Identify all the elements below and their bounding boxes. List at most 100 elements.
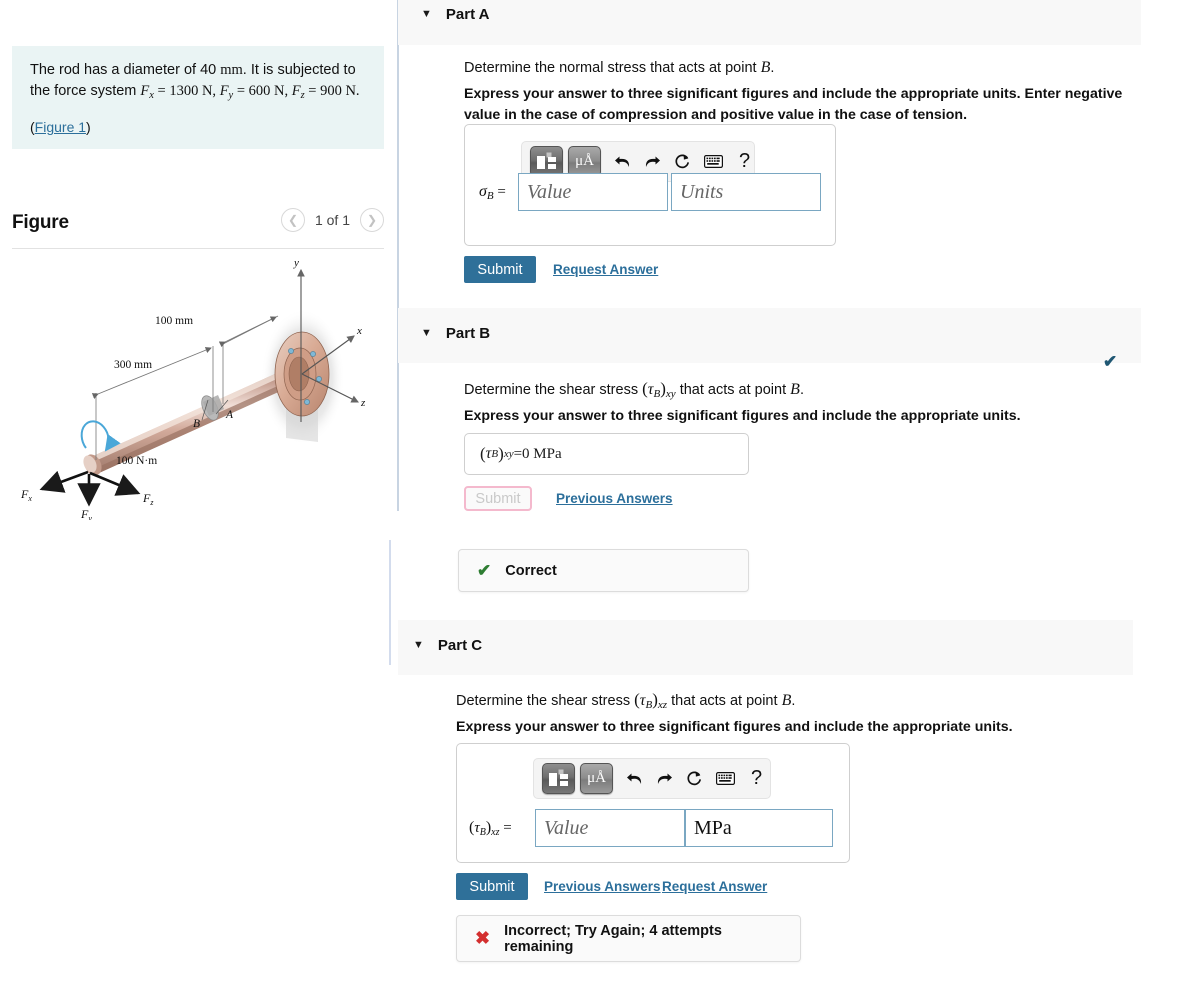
svg-text:x: x: [356, 325, 362, 337]
problem-statement-box: The rod has a diameter of 40 mm. It is s…: [12, 46, 384, 150]
chevron-right-icon[interactable]: ❯: [360, 208, 384, 232]
keyboard-icon[interactable]: [704, 155, 723, 168]
svg-text:y: y: [293, 257, 299, 269]
units-button[interactable]: μÅ: [580, 763, 613, 794]
reset-circle-icon[interactable]: [674, 153, 691, 170]
fz-value: = 900 N.: [304, 83, 360, 100]
part-a-value-input[interactable]: Value: [518, 173, 668, 211]
part-b-status-check-icon: ✔: [1103, 352, 1118, 371]
part-c-instruction: Express your answer to three significant…: [456, 719, 1013, 735]
part-a-instruction: Express your answer to three significant…: [464, 86, 1123, 123]
panel-divider-bottom: [389, 540, 391, 665]
part-c-request-answer-link[interactable]: Request Answer: [662, 879, 767, 894]
svg-text:300 mm: 300 mm: [114, 359, 152, 371]
part-c-answer-box: μÅ ? (τB)xz = Value MPa: [456, 743, 850, 863]
part-c-submit-button[interactable]: Submit: [456, 873, 528, 900]
part-b-instruction: Express your answer to three significant…: [464, 408, 1021, 424]
part-b-tau-index: xy: [665, 388, 676, 400]
figure-counter: 1 of 1: [314, 212, 350, 228]
part-c-header[interactable]: ▼ Part C: [398, 620, 1133, 675]
reset-circle-icon[interactable]: [686, 770, 703, 787]
svg-text:100 N·m: 100 N·m: [116, 455, 157, 467]
part-c-previous-answers-link[interactable]: Previous Answers: [544, 879, 661, 894]
part-c-equals-sign: =: [499, 820, 512, 836]
part-c-question: Determine the shear stress (τB)xz that a…: [456, 690, 796, 711]
help-icon[interactable]: ?: [751, 767, 762, 790]
part-a-equation-label: σB =: [479, 183, 506, 202]
redo-arrow-icon[interactable]: [656, 771, 673, 786]
part-a-header[interactable]: ▼ Part A: [398, 0, 1141, 45]
part-c-question-symbol: B: [781, 692, 792, 709]
part-b-question-mid: that acts at point: [675, 382, 791, 398]
part-a-question-post: .: [770, 60, 775, 76]
figure-link-wrap: (Figure 1): [30, 119, 368, 135]
svg-text:z: z: [360, 397, 366, 409]
math-template-icon[interactable]: [542, 763, 575, 794]
problem-statement-text: The rod has a diameter of 40 mm. It is s…: [30, 60, 368, 103]
equals-sign: =: [493, 184, 506, 200]
keyboard-icon[interactable]: [716, 772, 735, 785]
part-b-answer-display: (τ B) xy = 0 MPa: [464, 433, 749, 475]
part-c-value-input[interactable]: Value: [535, 809, 685, 847]
part-b-label: Part B: [445, 325, 491, 342]
paren-close: ): [86, 119, 91, 136]
part-b-question-post: .: [799, 382, 804, 398]
part-c-question-post: .: [791, 693, 796, 709]
part-b-caret-icon[interactable]: ▼: [421, 328, 432, 339]
chevron-left-icon[interactable]: ❮: [280, 208, 305, 232]
part-a-label: Part A: [445, 6, 490, 23]
part-b-answer-index: xy: [503, 448, 514, 460]
sigma-subscript: B: [486, 190, 494, 202]
part-a-caret-icon[interactable]: ▼: [421, 9, 432, 20]
part-a-question-symbol: B: [760, 59, 771, 76]
undo-arrow-icon[interactable]: [614, 154, 631, 169]
part-c-tau-index: xz: [657, 699, 668, 711]
fx-symbol: F: [140, 83, 150, 100]
part-c-question-pre: Determine the shear stress: [456, 693, 635, 709]
part-c-question-mid: that acts at point: [667, 693, 782, 709]
part-b-answer-equals: =: [513, 445, 523, 462]
svg-text:Fz: Fz: [142, 491, 154, 507]
figure-header: Figure ❮ 1 of 1 ❯: [12, 208, 384, 242]
svg-text:A: A: [225, 409, 234, 421]
part-b-previous-answers-link[interactable]: Previous Answers: [556, 491, 673, 506]
x-icon: ✖: [475, 928, 491, 948]
svg-text:100 mm: 100 mm: [155, 315, 193, 327]
help-icon[interactable]: ?: [739, 150, 750, 173]
part-c-label: Part C: [437, 637, 483, 654]
problem-line-a: The rod has a diameter of 40: [30, 62, 221, 78]
check-icon: ✔: [477, 560, 492, 580]
figure-navigation: ❮ 1 of 1 ❯: [280, 208, 384, 232]
part-c-equation-label: (τB)xz =: [469, 819, 512, 838]
part-b-header[interactable]: ▼ Part B: [398, 308, 1141, 363]
part-a-units-input[interactable]: Units: [671, 173, 821, 211]
svg-text:B: B: [193, 418, 200, 430]
undo-arrow-icon[interactable]: [626, 771, 643, 786]
unit-mm: mm: [220, 62, 243, 78]
svg-text:Fy: Fy: [80, 507, 92, 520]
part-b-answer-tau-sub: B: [491, 448, 499, 460]
left-panel: The rod has a diameter of 40 mm. It is s…: [0, 0, 397, 987]
figure-1-link[interactable]: Figure 1: [35, 119, 86, 135]
part-a-question: Determine the normal stress that acts at…: [464, 57, 1124, 79]
units-button-label: μÅ: [575, 153, 594, 169]
part-c-toolbar: μÅ ?: [533, 758, 771, 799]
part-b-feedback: ✔ Correct: [458, 549, 749, 592]
part-c-feedback-text: Incorrect; Try Again; 4 attempts remaini…: [504, 922, 722, 955]
part-c-caret-icon[interactable]: ▼: [413, 640, 424, 651]
part-b-answer-value: 0 MPa: [522, 445, 562, 462]
fy-value: = 600 N,: [233, 83, 292, 100]
part-a-submit-button[interactable]: Submit: [464, 256, 536, 283]
svg-text:Fx: Fx: [20, 487, 32, 503]
part-a-request-answer-link[interactable]: Request Answer: [553, 262, 658, 277]
part-a-question-pre: Determine the normal stress that acts at…: [464, 60, 761, 76]
sigma-symbol: σ: [479, 183, 487, 200]
fz-symbol: F: [291, 83, 301, 100]
part-c-feedback: ✖ Incorrect; Try Again; 4 attempts remai…: [456, 915, 801, 962]
fy-symbol: F: [219, 83, 229, 100]
part-c-units-input[interactable]: MPa: [685, 809, 833, 847]
part-b-question: Determine the shear stress (τB)xy that a…: [464, 379, 804, 400]
fx-value: = 1300 N,: [153, 83, 220, 100]
figure-image: y x z 100 mm 300 mm A B 100 N·m Fx Fy Fz: [10, 252, 390, 523]
redo-arrow-icon[interactable]: [644, 154, 661, 169]
